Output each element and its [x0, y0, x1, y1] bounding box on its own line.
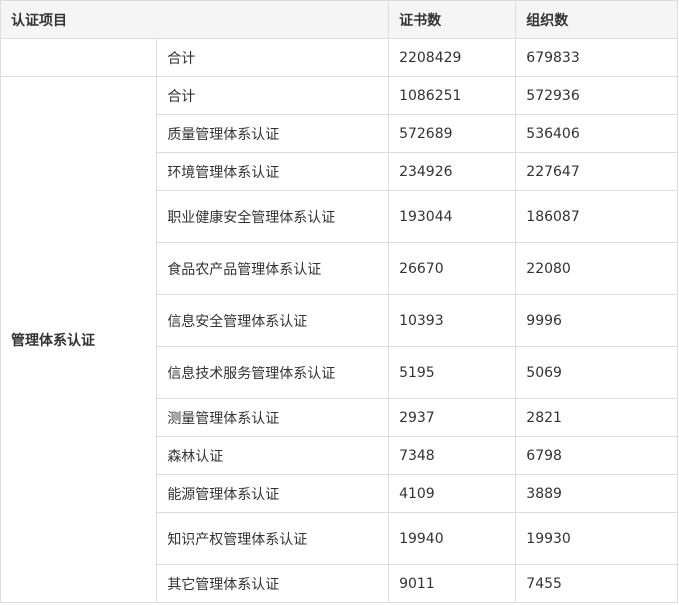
row-orgs: 19930 — [515, 512, 678, 565]
header-row: 认证项目 证书数 组织数 — [0, 0, 678, 39]
row-item: 测量管理体系认证 — [156, 398, 390, 437]
row-certs: 26670 — [388, 242, 517, 295]
row-orgs: 7455 — [515, 564, 678, 603]
row-orgs: 22080 — [515, 242, 678, 295]
row-certs: 572689 — [388, 114, 517, 153]
certification-table: 认证项目 证书数 组织数 合计 2208429 679833 管理体系认证 合计… — [0, 0, 678, 603]
row-item: 其它管理体系认证 — [156, 564, 390, 603]
row-certs: 4109 — [388, 474, 517, 513]
row-item: 信息安全管理体系认证 — [156, 294, 390, 347]
row-certs: 2208429 — [388, 38, 517, 77]
row-certs: 5195 — [388, 346, 517, 399]
row-orgs: 2821 — [515, 398, 678, 437]
empty-cell — [0, 38, 158, 77]
row-orgs: 6798 — [515, 436, 678, 475]
row-certs: 1086251 — [388, 76, 517, 115]
table-row: 管理体系认证 合计 1086251 572936 — [0, 76, 678, 603]
row-item: 能源管理体系认证 — [156, 474, 390, 513]
row-orgs: 679833 — [515, 38, 678, 77]
row-certs: 2937 — [388, 398, 517, 437]
row-item: 环境管理体系认证 — [156, 152, 390, 191]
total-row: 合计 2208429 679833 — [0, 38, 678, 77]
header-item: 认证项目 — [0, 0, 390, 39]
header-orgs: 组织数 — [515, 0, 678, 39]
row-item: 食品农产品管理体系认证 — [156, 242, 390, 295]
row-orgs: 3889 — [515, 474, 678, 513]
row-item: 质量管理体系认证 — [156, 114, 390, 153]
row-item: 知识产权管理体系认证 — [156, 512, 390, 565]
row-certs: 9011 — [388, 564, 517, 603]
row-orgs: 186087 — [515, 190, 678, 243]
row-orgs: 536406 — [515, 114, 678, 153]
row-certs: 234926 — [388, 152, 517, 191]
row-certs: 7348 — [388, 436, 517, 475]
header-certs: 证书数 — [388, 0, 517, 39]
row-orgs: 5069 — [515, 346, 678, 399]
row-item: 森林认证 — [156, 436, 390, 475]
row-item: 合计 — [156, 38, 390, 77]
row-orgs: 227647 — [515, 152, 678, 191]
row-certs: 10393 — [388, 294, 517, 347]
row-orgs: 572936 — [515, 76, 678, 115]
row-certs: 193044 — [388, 190, 517, 243]
row-item: 信息技术服务管理体系认证 — [156, 346, 390, 399]
group-label: 管理体系认证 — [0, 76, 158, 603]
row-item: 合计 — [156, 76, 390, 115]
row-item: 职业健康安全管理体系认证 — [156, 190, 390, 243]
row-certs: 19940 — [388, 512, 517, 565]
row-orgs: 9996 — [515, 294, 678, 347]
